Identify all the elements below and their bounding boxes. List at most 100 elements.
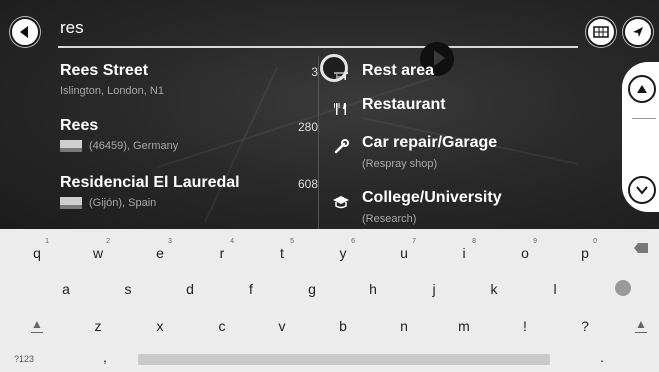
category-item-restaurant[interactable]: Restaurant (320, 94, 620, 128)
key-i[interactable]: i8 (442, 238, 486, 265)
key-label: u (400, 245, 408, 261)
navigation-button[interactable] (623, 17, 653, 47)
result-subtitle: Islington, London, N1 (60, 85, 318, 97)
key-s[interactable]: s (106, 277, 150, 301)
key-hint: 7 (412, 238, 416, 245)
key-question[interactable]: ? (563, 314, 607, 338)
result-distance: 280 (297, 120, 318, 134)
key-hint: 1 (45, 238, 49, 245)
key-j[interactable]: j (412, 277, 456, 301)
key-n[interactable]: n (382, 314, 426, 338)
wrench-icon (332, 138, 350, 156)
category-label: Car repair/Garage (362, 134, 498, 151)
key-label: e (156, 245, 164, 261)
key-h[interactable]: h (351, 277, 395, 301)
category-item-car-repair[interactable]: Car repair/Garage (Respray shop) (320, 132, 620, 170)
key-hint: 2 (106, 238, 110, 245)
search-input[interactable]: res (60, 18, 84, 38)
key-t[interactable]: t5 (260, 238, 304, 265)
map-icon (593, 26, 609, 38)
chevron-up-icon (637, 85, 647, 93)
key-v[interactable]: v (260, 314, 304, 338)
result-location: Islington, London, N1 (60, 85, 164, 97)
key-hint: 8 (472, 238, 476, 245)
key-g[interactable]: g (290, 277, 334, 301)
category-label: College/University (362, 189, 502, 206)
key-b[interactable]: b (321, 314, 365, 338)
graduation-cap-icon (332, 193, 350, 211)
column-divider (318, 56, 319, 229)
back-arrow-icon (20, 26, 28, 38)
result-subtitle: (Gijón), Spain (60, 197, 318, 209)
key-label: w (92, 245, 104, 261)
shift-icon: ▲ (31, 317, 43, 331)
enter-icon (615, 280, 631, 296)
shift-underline (31, 332, 43, 333)
scroll-down-button[interactable] (628, 176, 656, 204)
search-underline (58, 46, 578, 48)
key-u[interactable]: u7 (382, 238, 426, 265)
key-c[interactable]: c (200, 314, 244, 338)
key-f[interactable]: f (229, 277, 273, 301)
key-p[interactable]: p0 (563, 238, 607, 265)
category-item-college[interactable]: College/University (Research) (320, 187, 620, 225)
key-o[interactable]: o9 (503, 238, 547, 265)
category-label: Rest area (362, 62, 435, 79)
key-k[interactable]: k (472, 277, 516, 301)
result-distance: 3 (311, 65, 318, 79)
key-label: o (521, 245, 529, 261)
key-x[interactable]: x (138, 314, 182, 338)
key-period[interactable]: . (580, 345, 624, 369)
result-distance: 608 (297, 177, 318, 191)
category-subtitle: (Respray shop) (362, 158, 438, 170)
result-location: (Gijón), Spain (89, 197, 157, 209)
space-bar[interactable] (138, 354, 550, 365)
key-r[interactable]: r4 (200, 238, 244, 265)
key-hint: 6 (351, 238, 355, 245)
result-name: Residencial El Lauredal (60, 174, 240, 191)
category-subtitle: (Research) (362, 213, 417, 225)
flag-icon (60, 197, 82, 209)
key-y[interactable]: y6 (321, 238, 365, 265)
result-item[interactable]: Rees Street Islington, London, N1 3 (60, 62, 318, 97)
shift-icon: ▲ (635, 317, 647, 331)
result-item[interactable]: Rees (46459), Germany 280 (60, 117, 318, 152)
key-comma[interactable]: , (83, 345, 127, 369)
chevron-down-icon (636, 186, 648, 195)
key-label: p (581, 245, 589, 261)
map-view-button[interactable] (586, 17, 616, 47)
symbols-key[interactable]: ?123 (2, 347, 46, 371)
result-name: Rees (60, 117, 99, 134)
key-e[interactable]: e3 (138, 238, 182, 265)
scroll-separator (632, 118, 656, 119)
flag-icon (60, 140, 82, 152)
key-w[interactable]: w2 (76, 238, 120, 265)
key-label: r (219, 245, 225, 261)
result-item[interactable]: Residencial El Lauredal (Gijón), Spain 6… (60, 174, 318, 209)
key-label: y (339, 245, 347, 261)
shift-underline (635, 332, 647, 333)
scroll-up-button[interactable] (628, 75, 656, 103)
category-label: Restaurant (362, 96, 446, 113)
key-q[interactable]: q1 (15, 238, 59, 265)
back-button[interactable] (10, 17, 40, 47)
restaurant-icon (332, 100, 350, 118)
result-location: (46459), Germany (89, 140, 179, 152)
key-d[interactable]: d (168, 277, 212, 301)
key-z[interactable]: z (76, 314, 120, 338)
key-l[interactable]: l (533, 277, 577, 301)
touch-indicator (320, 54, 348, 82)
key-hint: 9 (533, 238, 537, 245)
result-name: Rees Street (60, 62, 149, 79)
on-screen-keyboard: q1 w2 e3 r4 t5 y6 u7 i8 o9 p0 a s d f g … (0, 229, 659, 372)
category-item-rest-area[interactable]: Rest area (320, 60, 620, 94)
key-label: t (280, 245, 284, 261)
search-results-panel: res Rees Street Islington, London, N1 3 … (0, 0, 659, 229)
result-subtitle: (46459), Germany (60, 140, 318, 152)
key-a[interactable]: a (44, 277, 88, 301)
key-label: q (33, 245, 41, 261)
key-exclamation[interactable]: ! (503, 314, 547, 338)
key-label: i (462, 245, 466, 261)
key-hint: 0 (593, 238, 597, 245)
key-m[interactable]: m (442, 314, 486, 338)
